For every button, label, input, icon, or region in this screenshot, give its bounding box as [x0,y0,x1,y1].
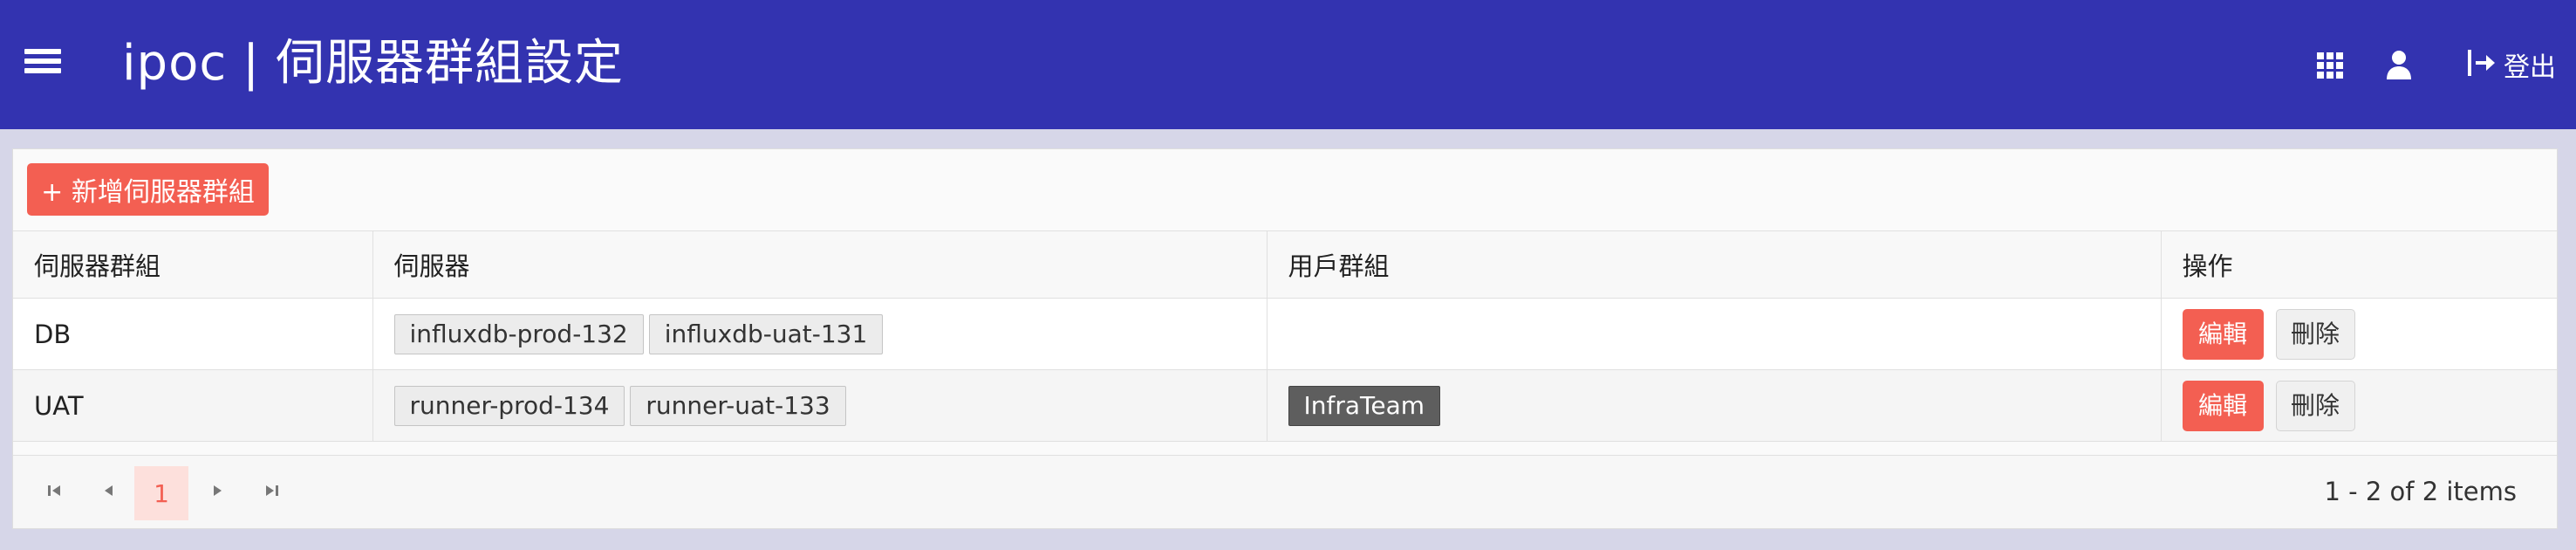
user-groups-cell: InfraTeam [1267,369,2162,442]
edit-button[interactable]: 編輯 [2182,308,2264,360]
server-group-panel: + 新增伺服器群組 伺服器群組 伺服器 用戶群組 操作 DB influxdb-… [12,148,2558,529]
page-number-current[interactable]: 1 [134,466,188,520]
delete-button[interactable]: 刪除 [2275,308,2355,360]
pagination-info: 1 - 2 of 2 items [2324,477,2518,506]
page-title-text: 伺服器群組設定 [276,35,625,92]
top-app-bar: ipoc | 伺服器群組設定 登出 [0,0,2576,129]
add-server-group-button[interactable]: + 新增伺服器群組 [27,163,269,216]
column-header-servers[interactable]: 伺服器 [372,230,1268,299]
column-header-user-groups[interactable]: 用戶群組 [1267,230,2162,299]
actions-cell: 編輯 刪除 [2161,298,2557,370]
previous-page-icon[interactable] [99,480,120,501]
column-header-server-group[interactable]: 伺服器群組 [13,230,373,299]
actions-cell: 編輯 刪除 [2161,369,2557,442]
servers-cell: runner-prod-134 runner-uat-133 [372,369,1268,442]
edit-button[interactable]: 編輯 [2182,380,2264,431]
server-group-table: 伺服器群組 伺服器 用戶群組 操作 DB influxdb-prod-132 in… [13,230,2557,442]
app-name: ipoc [122,35,228,92]
first-page-icon[interactable] [44,480,65,501]
user-icon[interactable] [2386,49,2412,80]
logout-icon [2467,49,2498,80]
server-group-name: UAT [13,369,373,442]
server-group-name: DB [13,298,373,370]
hamburger-menu-icon[interactable] [24,49,63,80]
delete-button[interactable]: 刪除 [2275,380,2355,431]
last-page-icon[interactable] [261,480,282,501]
page-title: ipoc | 伺服器群組設定 [122,31,624,96]
pagination-bar: 1 1 - 2 of 2 items [13,455,2557,528]
logout-label: 登出 [2504,52,2556,83]
server-chip: runner-uat-133 [630,385,846,426]
server-chip: influxdb-uat-131 [648,313,884,354]
server-chip: influxdb-prod-132 [393,313,644,354]
user-groups-cell [1267,298,2162,370]
table-row: UAT runner-prod-134 runner-uat-133 InfraT… [13,369,2557,442]
server-chip: runner-prod-134 [393,385,625,426]
apps-grid-icon[interactable] [2317,52,2343,79]
title-separator: | [243,35,261,92]
logout-button[interactable]: 登出 [2467,45,2556,84]
servers-cell: influxdb-prod-132 influxdb-uat-131 [372,298,1268,370]
user-group-chip: InfraTeam [1288,385,1441,426]
next-page-icon[interactable] [207,480,228,501]
table-row: DB influxdb-prod-132 influxdb-uat-131 編輯刪… [13,298,2557,370]
table-header-row: 伺服器群組 伺服器 用戶群組 操作 [13,230,2557,299]
column-header-actions: 操作 [2161,230,2557,299]
